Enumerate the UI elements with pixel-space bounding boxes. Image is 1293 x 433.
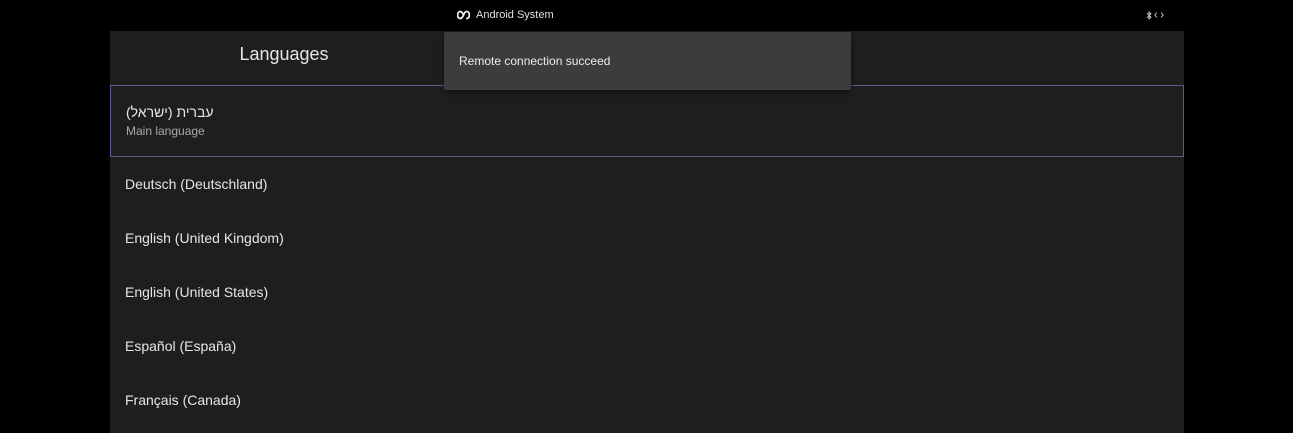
languages-settings-panel: Languages עברית (ישראל) Main language De… — [110, 31, 1184, 433]
language-item-english-uk[interactable]: English (United Kingdom) — [110, 211, 1184, 265]
page-title: Languages — [239, 44, 329, 64]
language-item-hebrew[interactable]: עברית (ישראל) Main language — [110, 85, 1184, 157]
language-item-label: עברית (ישראל) — [126, 104, 214, 120]
bluetooth-icon — [1146, 10, 1152, 20]
language-item-label: Français (Canada) — [125, 392, 241, 408]
language-item-german[interactable]: Deutsch (Deutschland) — [110, 157, 1184, 211]
infinity-logo-icon — [456, 10, 471, 20]
toast-message: Remote connection succeed — [459, 54, 611, 68]
status-app-name: Android System — [476, 9, 554, 21]
language-item-label: Deutsch (Deutschland) — [125, 176, 268, 192]
notification-app-label: Android System — [456, 8, 554, 22]
remote-link-icon — [1154, 11, 1164, 19]
language-item-french-canada[interactable]: Français (Canada) — [110, 373, 1184, 427]
language-item-english-us[interactable]: English (United States) — [110, 265, 1184, 319]
status-bar: Android System — [0, 0, 1293, 28]
language-item-label: Español (España) — [125, 338, 237, 354]
language-item-label: English (United Kingdom) — [125, 230, 284, 246]
language-item-spanish[interactable]: Español (España) — [110, 319, 1184, 373]
status-indicators — [1146, 10, 1166, 20]
language-item-sublabel: Main language — [126, 124, 205, 138]
remote-connection-toast: Remote connection succeed — [444, 32, 851, 90]
language-item-label: English (United States) — [125, 284, 269, 300]
